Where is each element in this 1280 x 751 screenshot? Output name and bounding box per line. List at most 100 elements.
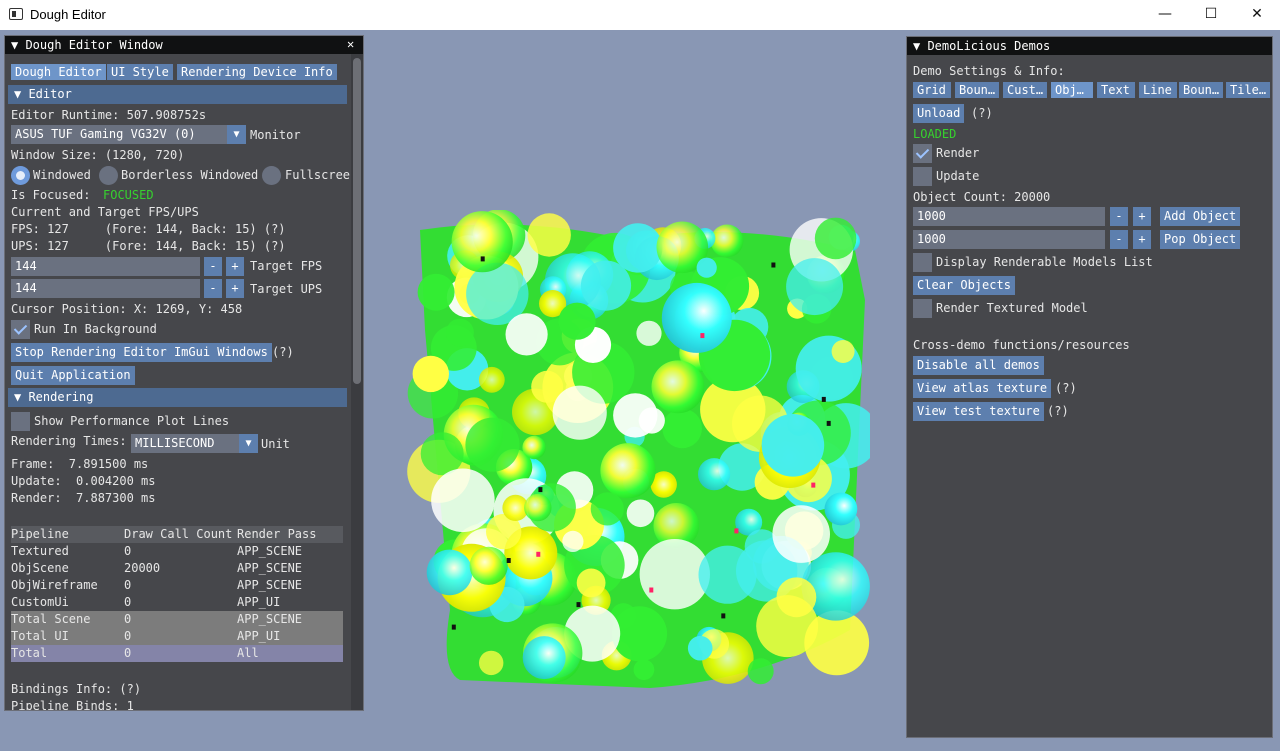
- cell: APP_UI: [237, 595, 281, 609]
- tab-bounding[interactable]: Boun…: [955, 82, 999, 98]
- add-count-minus[interactable]: -: [1110, 207, 1128, 226]
- editor-header[interactable]: ▼ Editor: [8, 85, 347, 104]
- dough-editor-window[interactable]: ▼ Dough Editor Window ✕ Dough Editor UI …: [4, 35, 364, 711]
- run-in-background-checkbox[interactable]: [11, 320, 30, 339]
- demos-window-title: DemoLicious Demos: [927, 39, 1051, 53]
- add-count-plus[interactable]: +: [1133, 207, 1151, 226]
- quit-application-button[interactable]: Quit Application: [11, 366, 135, 385]
- show-perf-checkbox[interactable]: [11, 412, 30, 431]
- window-title: Dough Editor: [30, 7, 106, 22]
- frame-time: Frame: 7.891500 ms: [11, 457, 149, 471]
- cell: ObjScene: [11, 561, 69, 575]
- help-icon[interactable]: (?): [971, 106, 993, 120]
- tab-rendering-device-info[interactable]: Rendering Device Info: [177, 64, 337, 80]
- col-render-pass: Render Pass: [237, 527, 317, 541]
- help-icon[interactable]: (?): [1055, 381, 1077, 395]
- ups-line: UPS: 127 (Fore: 144, Back: 15) (?): [11, 239, 286, 253]
- rendering-unit-select[interactable]: MILLISECOND ▼: [131, 434, 258, 453]
- demolicious-demos-window[interactable]: ▼ DemoLicious Demos Demo Settings & Info…: [906, 36, 1273, 738]
- editor-window-titlebar[interactable]: ▼ Dough Editor Window: [5, 36, 363, 54]
- monitor-label: Monitor: [250, 128, 301, 142]
- tab-text[interactable]: Text: [1097, 82, 1135, 98]
- table-row: ObjWireframe 0 APP_SCENE: [11, 577, 343, 594]
- cell: APP_SCENE: [237, 561, 303, 575]
- fullscreen-label: Fullscree: [285, 168, 351, 182]
- update-checkbox[interactable]: [913, 167, 932, 186]
- help-icon[interactable]: (?): [1047, 404, 1069, 418]
- table-row: ObjScene 20000 APP_SCENE: [11, 560, 343, 577]
- borderless-label: Borderless Windowed: [121, 168, 259, 182]
- add-count-input[interactable]: 1000: [913, 207, 1105, 226]
- cell: Textured: [11, 544, 69, 558]
- target-fps-label: Target FPS: [250, 259, 323, 273]
- target-ups-input[interactable]: 144: [11, 279, 200, 298]
- tab-grid[interactable]: Grid: [913, 82, 951, 98]
- pop-count-minus[interactable]: -: [1110, 230, 1128, 249]
- editor-window-title: Dough Editor Window: [25, 38, 163, 52]
- cell: 0: [124, 646, 132, 660]
- chevron-down-icon: ▼: [239, 434, 258, 453]
- display-models-label: Display Renderable Models List: [936, 255, 1153, 269]
- monitor-select[interactable]: ASUS TUF Gaming VG32V (0) ▼: [11, 125, 246, 144]
- focused-label: Is Focused:: [11, 188, 91, 202]
- pop-count-input[interactable]: 1000: [913, 230, 1105, 249]
- pop-object-button[interactable]: Pop Object: [1160, 230, 1241, 249]
- cell: Total Scene: [11, 612, 91, 626]
- view-atlas-texture-button[interactable]: View atlas texture: [913, 379, 1052, 398]
- tab-tile[interactable]: Tile…: [1226, 82, 1270, 98]
- tab-objects[interactable]: Obj…: [1051, 82, 1093, 98]
- target-fps-input[interactable]: 144: [11, 257, 200, 276]
- cross-demo-label: Cross-demo functions/resources: [913, 338, 1130, 352]
- table-row: CustomUi 0 APP_UI: [11, 594, 343, 611]
- clear-objects-button[interactable]: Clear Objects: [913, 276, 1015, 295]
- close-window-button[interactable]: ✕: [1234, 0, 1280, 30]
- fullscreen-radio[interactable]: [262, 166, 281, 185]
- cell: 20000: [124, 561, 161, 575]
- rendering-times-label: Rendering Times:: [11, 434, 127, 448]
- windowed-radio[interactable]: [11, 166, 30, 185]
- scene-viewport[interactable]: ▼ Dough Editor Window ✕ Dough Editor UI …: [0, 30, 1280, 751]
- target-ups-plus[interactable]: +: [226, 279, 244, 298]
- fps-line: FPS: 127 (Fore: 144, Back: 15) (?): [11, 222, 286, 236]
- demos-window-titlebar[interactable]: ▼ DemoLicious Demos: [907, 37, 1272, 55]
- monitor-value: ASUS TUF Gaming VG32V (0): [15, 127, 196, 141]
- tab-bounding-2[interactable]: Boun…: [1179, 82, 1223, 98]
- show-perf-label: Show Performance Plot Lines: [34, 414, 230, 428]
- editor-runtime: Editor Runtime: 507.908752s: [11, 108, 207, 122]
- cell: ObjWireframe: [11, 578, 98, 592]
- close-icon[interactable]: ✕: [347, 37, 354, 51]
- tab-dough-editor[interactable]: Dough Editor: [11, 64, 106, 80]
- editor-scroll-thumb[interactable]: [353, 58, 361, 384]
- help-icon[interactable]: (?): [272, 345, 294, 359]
- loaded-status: LOADED: [913, 127, 957, 141]
- borderless-radio[interactable]: [99, 166, 118, 185]
- add-object-button[interactable]: Add Object: [1160, 207, 1241, 226]
- stop-rendering-button[interactable]: Stop Rendering Editor ImGui Windows: [11, 343, 272, 362]
- cell: 0: [124, 578, 132, 592]
- col-draw-calls: Draw Call Count: [124, 527, 233, 541]
- cell: 0: [124, 595, 132, 609]
- minimize-button[interactable]: —: [1142, 0, 1188, 30]
- table-row: Textured 0 APP_SCENE: [11, 543, 343, 560]
- tab-line[interactable]: Line: [1139, 82, 1177, 98]
- target-ups-minus[interactable]: -: [204, 279, 222, 298]
- tab-ui-style[interactable]: UI Style: [107, 64, 173, 80]
- target-fps-plus[interactable]: +: [226, 257, 244, 276]
- view-test-texture-button[interactable]: View test texture: [913, 402, 1044, 421]
- cell: APP_UI: [237, 629, 281, 643]
- display-models-checkbox[interactable]: [913, 253, 932, 272]
- bindings-info: Bindings Info: (?): [11, 682, 142, 696]
- unload-button[interactable]: Unload: [913, 104, 965, 123]
- render-textured-checkbox[interactable]: [913, 299, 932, 318]
- pop-count-plus[interactable]: +: [1133, 230, 1151, 249]
- cell: 0: [124, 629, 132, 643]
- target-fps-minus[interactable]: -: [204, 257, 222, 276]
- rendering-header[interactable]: ▼ Rendering: [8, 388, 347, 407]
- render-checkbox[interactable]: [913, 144, 932, 163]
- focused-status: FOCUSED: [103, 188, 154, 202]
- disable-all-demos-button[interactable]: Disable all demos: [913, 356, 1044, 375]
- tab-custom[interactable]: Cust…: [1003, 82, 1047, 98]
- update-label: Update: [936, 169, 980, 183]
- maximize-button[interactable]: ☐: [1188, 0, 1234, 30]
- chevron-down-icon: ▼: [14, 87, 29, 101]
